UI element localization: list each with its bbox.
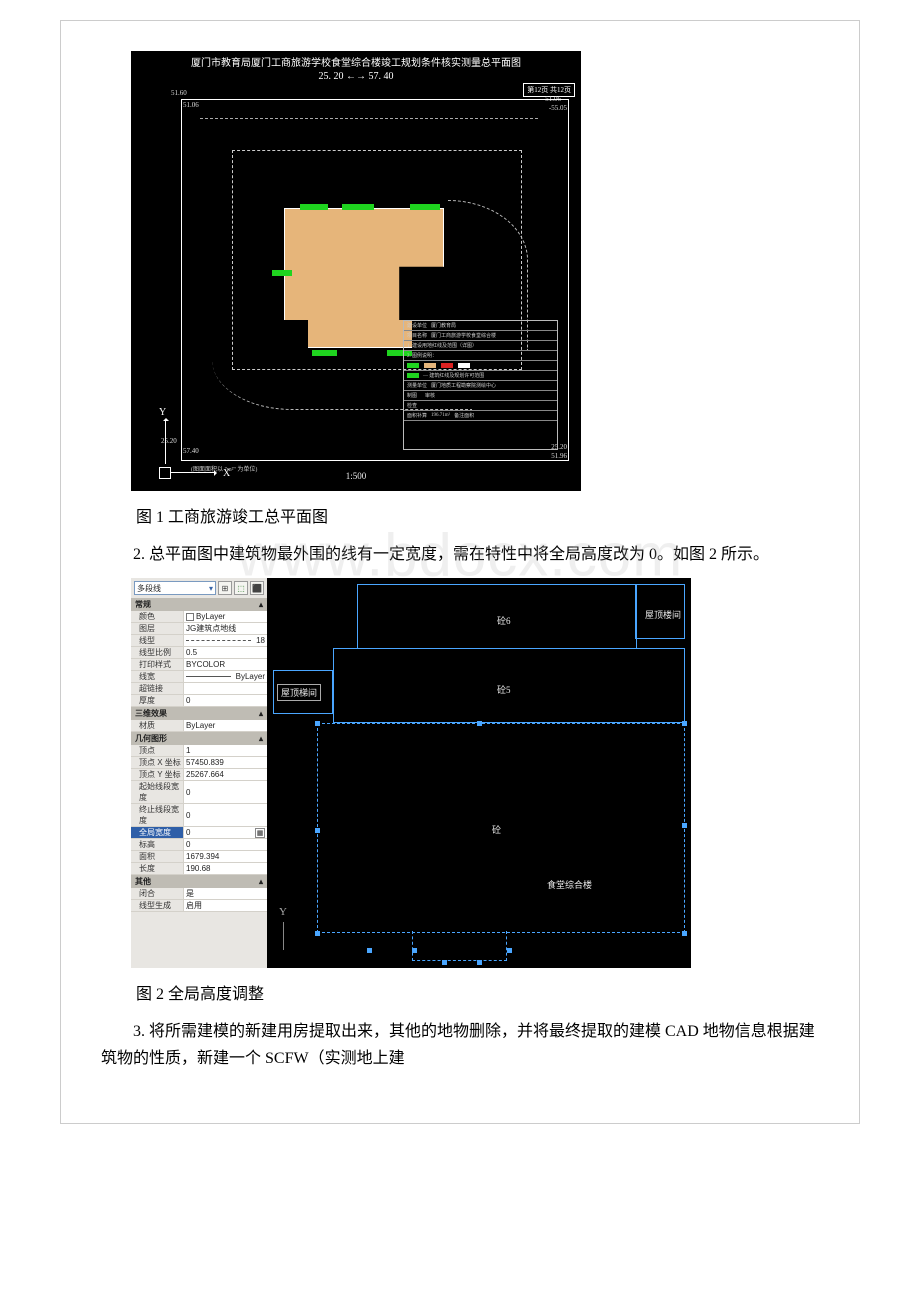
prop-row-globalwidth[interactable]: 全局宽度0▦ — [131, 827, 267, 839]
figure-2-container: 多段线 ▾ ⊞ ⬚ ⬛ 常规▴ 颜色ByLayer 图层JG建筑点地线 线型18… — [101, 578, 819, 968]
collapse-icon: ▴ — [259, 734, 263, 743]
lineweight-icon — [186, 676, 231, 677]
grip-handle[interactable] — [315, 721, 320, 726]
figure-2: 多段线 ▾ ⊞ ⬚ ⬛ 常规▴ 颜色ByLayer 图层JG建筑点地线 线型18… — [131, 578, 691, 968]
label-building-name: 食堂综合楼 — [547, 878, 592, 891]
prop-row: 线宽ByLayer — [131, 671, 267, 683]
grip-handle[interactable] — [367, 948, 372, 953]
grip-handle[interactable] — [315, 931, 320, 936]
swatch-red — [441, 363, 453, 368]
coord-tl-1: 51.60 — [171, 89, 187, 97]
axis-y-arrow — [165, 419, 166, 464]
grip-handle[interactable] — [682, 823, 687, 828]
label-stair-left: 屋顶梯间 — [277, 684, 321, 701]
section-geometry[interactable]: 几何图形▴ — [131, 732, 267, 745]
figure-1-caption: 图 1 工商旅游竣工总平面图 — [136, 503, 819, 527]
prop-row: 顶点 X 坐标57450.839 — [131, 757, 267, 769]
prop-row: 顶点1 — [131, 745, 267, 757]
cad1-title: 厦门市教育局厦门工商旅游学校食堂综合楼竣工规划条件核实测量总平面图 25. 20… — [131, 51, 581, 83]
prop-row: 长度190.68 — [131, 863, 267, 875]
cad1-title-line2: 25. 20 ←→ 57. 40 — [319, 71, 394, 82]
prop-row: 图层JG建筑点地线 — [131, 623, 267, 635]
color-swatch-icon — [186, 613, 194, 621]
axis-y-label: Y — [279, 906, 287, 918]
axis-origin-box — [159, 467, 171, 479]
prop-row: 闭合是 — [131, 888, 267, 900]
green-marker — [410, 204, 440, 210]
section-3d[interactable]: 三维效果▴ — [131, 707, 267, 720]
swatch-white — [458, 363, 470, 368]
green-marker — [272, 270, 292, 276]
swatch-green — [407, 363, 419, 368]
cad1-area-note: (图面面积以 "m²" 为单位) — [191, 464, 257, 473]
paragraph-2-area: 2. 总平面图中建筑物最外围的线有一定宽度，需在特性中将全局高度改为 0。如图 … — [101, 541, 819, 568]
document-page: 厦门市教育局厦门工商旅游学校食堂综合楼竣工规划条件核实测量总平面图 25. 20… — [60, 20, 860, 1124]
swatch-orange — [424, 363, 436, 368]
prop-row: 材质ByLayer — [131, 720, 267, 732]
section-general[interactable]: 常规▴ — [131, 598, 267, 611]
pickadd-icon[interactable]: ⬚ — [234, 581, 248, 595]
prop-row: 颜色ByLayer — [131, 611, 267, 623]
cad1-titleblock: 建设单位厦门教育局 项目名称厦门工商旅游学校食堂综合楼 1. 建设用地红线及范围… — [403, 320, 558, 450]
figure-1-container: 厦门市教育局厦门工商旅游学校食堂综合楼竣工规划条件核实测量总平面图 25. 20… — [101, 51, 819, 491]
grip-handle[interactable] — [477, 721, 482, 726]
prop-row: 面积1679.394 — [131, 851, 267, 863]
prop-row: 线型生成启用 — [131, 900, 267, 912]
label-stair-top-right: 屋顶楼间 — [645, 608, 681, 621]
selectobjects-icon[interactable]: ⬛ — [250, 581, 264, 595]
prop-row: 起始线段宽度0 — [131, 781, 267, 804]
green-marker — [300, 204, 328, 210]
grip-handle[interactable] — [507, 948, 512, 953]
prop-row: 标高0 — [131, 839, 267, 851]
prop-row: 顶点 Y 坐标25267.664 — [131, 769, 267, 781]
chevron-down-icon: ▾ — [209, 584, 213, 593]
selected-notch — [412, 931, 507, 961]
grip-handle[interactable] — [682, 721, 687, 726]
prop-row: 终止线段宽度0 — [131, 804, 267, 827]
quickselect-icon[interactable]: ⊞ — [218, 581, 232, 595]
prop-row: 打印样式BYCOLOR — [131, 659, 267, 671]
green-marker — [342, 204, 374, 210]
label-b6: 砼6 — [497, 614, 511, 627]
cad1-axis-indicator: Y X — [141, 407, 241, 487]
prop-row: 厚度0 — [131, 695, 267, 707]
collapse-icon: ▴ — [259, 600, 263, 609]
prop-row: 线型18 — [131, 635, 267, 647]
label-b5: 砼5 — [497, 683, 511, 696]
section-other[interactable]: 其他▴ — [131, 875, 267, 888]
panel-spacer — [131, 912, 267, 968]
prop-top-row: 多段线 ▾ ⊞ ⬚ ⬛ — [131, 578, 267, 598]
object-type-select[interactable]: 多段线 ▾ — [134, 581, 216, 595]
body-paragraph-3: 3. 将所需建模的新建用房提取出来，其他的地物删除，并将最终提取的建模 CAD … — [101, 1018, 819, 1072]
cad2-viewport[interactable]: 屋顶楼间 砼6 屋顶梯间 砼5 — [267, 578, 691, 968]
grip-handle[interactable] — [315, 828, 320, 833]
collapse-icon: ▴ — [259, 709, 263, 718]
cad-site-plan: 厦门市教育局厦门工商旅游学校食堂综合楼竣工规划条件核实测量总平面图 25. 20… — [131, 51, 581, 491]
label-b: 砼 — [492, 823, 501, 836]
axis-y-line — [283, 922, 284, 950]
figure-2-caption: 图 2 全局高度调整 — [136, 980, 819, 1004]
collapse-icon: ▴ — [259, 877, 263, 886]
cad1-scale: 1:500 — [346, 471, 367, 481]
prop-row: 线型比例0.5 — [131, 647, 267, 659]
prop-row: 超链接 — [131, 683, 267, 695]
cad1-title-line1: 厦门市教育局厦门工商旅游学校食堂综合楼竣工规划条件核实测量总平面图 — [191, 58, 521, 69]
grip-handle[interactable] — [682, 931, 687, 936]
body-paragraph-2: 2. 总平面图中建筑物最外围的线有一定宽度，需在特性中将全局高度改为 0。如图 … — [101, 541, 819, 568]
linetype-icon — [186, 640, 251, 641]
properties-panel[interactable]: 多段线 ▾ ⊞ ⬚ ⬛ 常规▴ 颜色ByLayer 图层JG建筑点地线 线型18… — [131, 578, 267, 968]
stepper-icon[interactable]: ▦ — [255, 828, 265, 838]
